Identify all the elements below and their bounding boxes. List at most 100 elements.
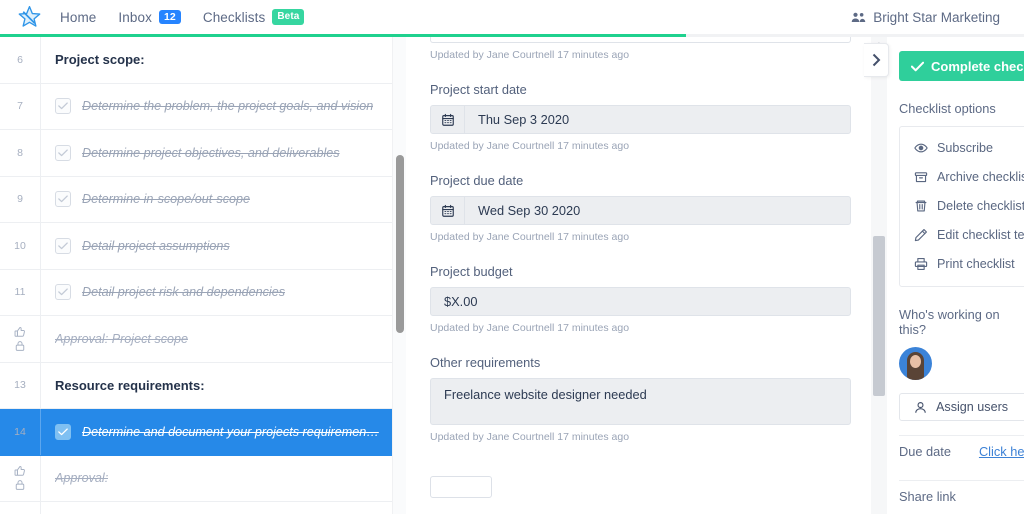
share-link-label: Share link (899, 488, 956, 504)
trash-icon (914, 199, 928, 213)
checklist-item-checkbox[interactable] (55, 144, 71, 161)
checklist-row-label: Determine the problem, the project goals… (82, 99, 374, 114)
lock-icon (14, 340, 26, 352)
organization-switcher[interactable]: Bright Star Marketing (851, 0, 1000, 34)
complete-checklist-button[interactable]: Complete checklist (899, 51, 1024, 81)
lock-icon (14, 479, 26, 491)
nav-link-home-label: Home (60, 9, 97, 25)
checklist-row-label: Determine and document your projects req… (82, 424, 379, 439)
project-start-date-group: Project start date Thu Sep 3 2020 Updated … (430, 82, 851, 152)
printer-icon (914, 257, 928, 271)
checklist-row-number: 14 (14, 425, 26, 438)
partial-button-below[interactable] (430, 476, 492, 498)
form-scrollbar-thumb[interactable] (873, 236, 885, 396)
option-edit-checklist-template[interactable]: Edit checklist template (900, 220, 1024, 249)
checklist-task-row[interactable]: 14 Determine and document your projects r… (0, 409, 392, 456)
nav-link-checklists[interactable]: Checklists Beta (203, 9, 305, 25)
checklist-row-body: Detail project risk and dependencies (40, 269, 392, 315)
option-archive-checklist[interactable]: Archive checklist (900, 162, 1024, 191)
checklist-options-title: Checklist options (899, 101, 996, 116)
checklist-section-heading[interactable]: 6 Project scope: (0, 37, 392, 84)
checklist-row-number: 6 (17, 53, 23, 66)
avatar-face (910, 355, 921, 368)
checklist-row-number: 11 (14, 286, 26, 299)
calendar-icon[interactable] (431, 197, 465, 224)
checklist-section-heading[interactable]: 16High-level milestones and timeline: (0, 502, 392, 514)
people-icon (851, 11, 866, 24)
previous-field-partial (430, 37, 851, 43)
checklist-approval-row[interactable]: Approval: Project scope (0, 316, 392, 363)
checklist-row-body: Project scope: (40, 37, 392, 83)
beta-badge: Beta (272, 9, 305, 25)
checklist-row-body: Resource requirements: (40, 362, 392, 408)
top-navigation-bar: Home Inbox 12 Checklists Beta Bright Sta… (0, 0, 1024, 34)
checklist-row-label: Project scope: (55, 52, 145, 68)
checklist-row-body: Determine project objectives, and delive… (40, 130, 392, 176)
checklist-task-row[interactable]: 7 Determine the problem, the project goal… (0, 83, 392, 130)
checklist-row-body: Determine the problem, the project goals… (40, 83, 392, 129)
checklist-section-heading[interactable]: 13 Resource requirements: (0, 362, 392, 409)
checklist-row-body: Determine in-scope/out-scope (40, 176, 392, 222)
option-delete-checklist-label: Delete checklist (937, 198, 1024, 213)
option-delete-checklist[interactable]: Delete checklist (900, 191, 1024, 220)
project-start-date-input[interactable]: Thu Sep 3 2020 (430, 105, 851, 134)
option-subscribe[interactable]: Subscribe (900, 133, 1024, 162)
task-form-panel: Updated by Jane Courtnell 17 minutes ago… (407, 37, 871, 514)
checklist-task-row[interactable]: 8 Determine project objectives, and deliv… (0, 130, 392, 177)
checklist-row-label: Detail project assumptions (82, 238, 230, 253)
checklist-item-checkbox[interactable] (55, 237, 71, 254)
checklist-approval-row[interactable]: Approval: (0, 455, 392, 502)
other-requirements-label: Other requirements (430, 355, 541, 370)
pencil-icon (914, 228, 928, 242)
checklist-scrollbar[interactable] (392, 37, 406, 514)
approval-icons (0, 316, 40, 362)
checklist-task-row[interactable]: 11 Detail project risk and dependencies (0, 269, 392, 316)
nav-link-inbox[interactable]: Inbox 12 (118, 9, 181, 25)
nav-link-inbox-label: Inbox (118, 9, 152, 25)
due-date-link[interactable]: Click here (979, 444, 1024, 459)
calendar-icon[interactable] (431, 106, 465, 133)
due-date-row: Due date Click here (899, 436, 1024, 466)
nav-link-home[interactable]: Home (60, 10, 96, 25)
share-link-row[interactable]: Share link (899, 481, 1024, 511)
app-root: Home Inbox 12 Checklists Beta Bright Sta… (0, 0, 1024, 514)
checklist-item-checkbox[interactable] (55, 423, 71, 440)
star-logo-icon[interactable] (16, 4, 42, 30)
project-start-date-label: Project start date (430, 82, 527, 97)
project-start-date-value: Thu Sep 3 2020 (478, 112, 570, 127)
checklist-task-list[interactable]: 6 Project scope: 7 Determine the problem, t… (0, 37, 392, 514)
checklist-row-body: Approval: (40, 455, 392, 501)
organization-name: Bright Star Marketing (873, 9, 1000, 25)
project-budget-input[interactable]: $X.00 (430, 287, 851, 316)
checklist-row-number: 8 (17, 146, 23, 159)
due-date-label: Due date (899, 443, 951, 459)
checklist-row-label: Determine project objectives, and delive… (82, 145, 340, 160)
checklist-task-row[interactable]: 9 Determine in-scope/out-scope (0, 176, 392, 223)
option-print-checklist[interactable]: Print checklist (900, 249, 1024, 278)
project-due-date-input[interactable]: Wed Sep 30 2020 (430, 196, 851, 225)
checklist-item-checkbox[interactable] (55, 98, 71, 115)
project-start-date-meta: Updated by Jane Courtnell 17 minutes ago (430, 140, 630, 152)
other-requirements-input[interactable]: Freelance website designer needed (430, 378, 851, 425)
form-scrollbar[interactable]: ▲ (871, 37, 887, 514)
project-budget-meta: Updated by Jane Courtnell 17 minutes ago (430, 322, 630, 334)
checklist-row-number: 9 (17, 193, 23, 206)
assign-users-button[interactable]: Assign users (899, 393, 1024, 421)
checklist-row-body: Detail project assumptions (40, 223, 392, 269)
checklist-row-label: Detail project risk and dependencies (82, 285, 286, 300)
checklist-item-checkbox[interactable] (55, 191, 71, 208)
project-due-date-label: Project due date (430, 173, 524, 188)
checklist-task-row[interactable]: 10 Detail project assumptions (0, 223, 392, 270)
whos-working-title: Who's working on this? (899, 307, 1000, 337)
complete-checklist-label: Complete checklist (931, 58, 1024, 74)
chevron-right-icon[interactable] (864, 43, 889, 77)
avatar[interactable] (899, 347, 932, 380)
project-due-date-group: Project due date Wed Sep 30 2020 Updated b… (430, 173, 851, 243)
checklist-item-checkbox[interactable] (55, 284, 71, 301)
project-due-date-value: Wed Sep 30 2020 (478, 203, 581, 218)
project-budget-group: Project budget $X.00 Updated by Jane Court… (430, 264, 851, 334)
other-requirements-value: Freelance website designer needed (444, 387, 647, 402)
checklist-options-card: Subscribe Archive checklist Delete checkli… (899, 126, 1024, 287)
checklist-row-label: Approval: (55, 471, 109, 486)
checklist-scrollbar-thumb[interactable] (396, 155, 404, 333)
